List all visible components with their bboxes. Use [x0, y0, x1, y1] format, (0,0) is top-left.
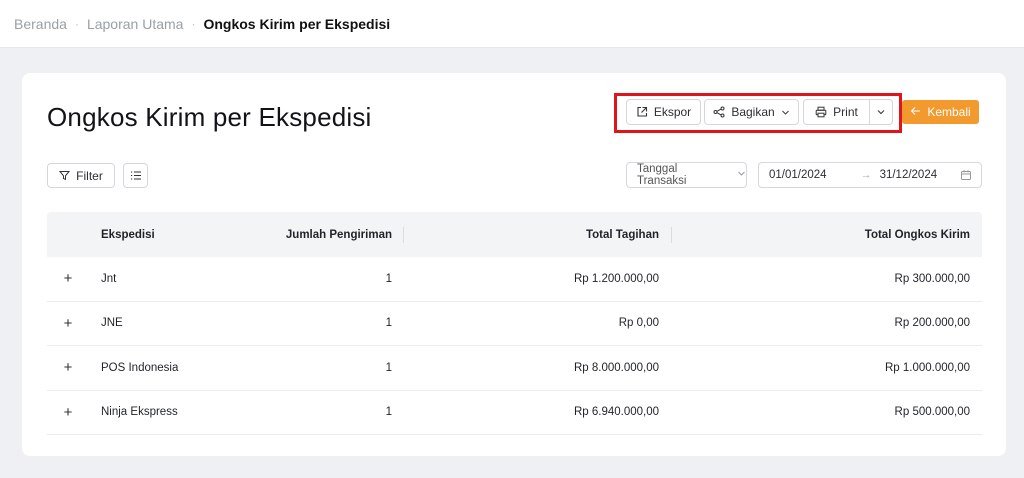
back-button[interactable]: Kembali [902, 100, 979, 124]
list-icon [130, 170, 142, 181]
breadcrumb-separator: · [74, 16, 79, 31]
header-ekspedisi[interactable]: Ekspedisi [89, 229, 199, 241]
cell-jumlah: 1 [385, 272, 392, 285]
expand-row-button[interactable]: + [47, 404, 89, 421]
header-total-tagihan[interactable]: Total Tagihan [404, 226, 672, 243]
breadcrumb-current: Ongkos Kirim per Ekspedisi [203, 15, 391, 32]
arrow-left-icon [910, 105, 921, 119]
cell-ongkos: Rp 300.000,00 [894, 272, 970, 285]
cell-ekspedisi: JNE [101, 317, 123, 330]
chevron-down-icon [737, 169, 746, 181]
cell-ekspedisi: POS Indonesia [101, 361, 179, 374]
table-row: + JNE 1 Rp 0,00 Rp 200.000,00 [47, 302, 982, 346]
header-jumlah-pengiriman[interactable]: Jumlah Pengiriman [199, 226, 404, 243]
cell-ekspedisi: Jnt [101, 272, 117, 285]
cell-jumlah: 1 [385, 361, 392, 374]
cell-ekspedisi: Ninja Ekspress [101, 406, 178, 419]
date-end[interactable]: 31/12/2024 [880, 169, 938, 181]
column-settings-button[interactable] [123, 163, 148, 188]
expand-row-button[interactable]: + [47, 315, 89, 332]
report-card: Ongkos Kirim per Ekspedisi Ekspor Bagika… [22, 73, 1006, 456]
expand-row-button[interactable]: + [47, 359, 89, 376]
cell-jumlah: 1 [385, 406, 392, 419]
expand-row-button[interactable]: + [47, 270, 89, 287]
header-total-ongkos-kirim[interactable]: Total Ongkos Kirim [672, 229, 982, 241]
cell-tagihan: Rp 1.200.000,00 [573, 272, 659, 285]
cell-jumlah: 1 [385, 317, 392, 330]
cell-tagihan: Rp 8.000.000,00 [573, 361, 659, 374]
toolbar-highlight [614, 93, 902, 133]
cell-ongkos: Rp 1.000.000,00 [884, 361, 970, 374]
date-type-select[interactable]: Tanggal Transaksi [626, 162, 747, 188]
date-start[interactable]: 01/01/2024 [769, 169, 827, 181]
breadcrumb: Beranda · Laporan Utama · Ongkos Kirim p… [0, 0, 1024, 48]
date-type-value: Tanggal Transaksi [637, 163, 687, 187]
cell-ongkos: Rp 200.000,00 [894, 317, 970, 330]
table-header: Ekspedisi Jumlah Pengiriman Total Tagiha… [47, 212, 982, 257]
range-arrow: → [860, 169, 872, 181]
breadcrumb-laporan-utama[interactable]: Laporan Utama [87, 16, 184, 32]
cell-tagihan: Rp 6.940.000,00 [573, 406, 659, 419]
filter-label: Filter [76, 168, 103, 183]
date-range-picker[interactable]: 01/01/2024 → 31/12/2024 [758, 162, 982, 188]
table-row: + Ninja Ekspress 1 Rp 6.940.000,00 Rp 50… [47, 391, 982, 435]
table-row: + Jnt 1 Rp 1.200.000,00 Rp 300.000,00 [47, 257, 982, 302]
filter-button[interactable]: Filter [47, 163, 115, 188]
back-label: Kembali [927, 105, 971, 119]
shipping-table: Ekspedisi Jumlah Pengiriman Total Tagiha… [47, 212, 982, 435]
filter-icon [59, 170, 71, 181]
calendar-icon [960, 169, 972, 184]
table-row: + POS Indonesia 1 Rp 8.000.000,00 Rp 1.0… [47, 346, 982, 391]
breadcrumb-separator: · [191, 16, 196, 31]
cell-tagihan: Rp 0,00 [618, 317, 659, 330]
cell-ongkos: Rp 500.000,00 [894, 406, 970, 419]
page-title: Ongkos Kirim per Ekspedisi [47, 102, 372, 132]
breadcrumb-beranda[interactable]: Beranda [14, 16, 67, 32]
